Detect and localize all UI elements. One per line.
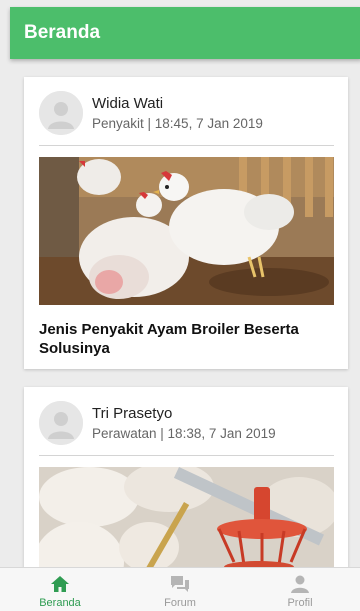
nav-label: Profil (287, 597, 313, 609)
post-image[interactable] (39, 157, 334, 305)
user-avatar-icon (39, 91, 83, 135)
post-image[interactable] (39, 467, 334, 567)
nav-label: Forum (164, 597, 196, 609)
post-meta: Penyakit | 18:45, 7 Jan 2019 (92, 116, 263, 131)
divider (39, 145, 334, 146)
avatar[interactable] (39, 91, 83, 135)
nav-item-forum[interactable]: Forum (120, 568, 240, 611)
post-header: Widia Wati Penyakit | 18:45, 7 Jan 2019 (24, 77, 348, 149)
app-bar: Beranda (10, 7, 360, 59)
post-header: Tri Prasetyo Perawatan | 18:38, 7 Jan 20… (24, 387, 348, 459)
nav-item-profil[interactable]: Profil (240, 568, 360, 611)
avatar[interactable] (39, 401, 83, 445)
page-title: Beranda (24, 22, 101, 43)
home-icon (51, 576, 69, 592)
chat-icon (171, 576, 189, 592)
post-feed[interactable]: Widia Wati Penyakit | 18:45, 7 Jan 2019 (0, 59, 360, 567)
post-meta: Perawatan | 18:38, 7 Jan 2019 (92, 426, 276, 441)
post-card[interactable]: Widia Wati Penyakit | 18:45, 7 Jan 2019 (24, 77, 348, 369)
chicken-feeder-photo-icon (39, 467, 334, 567)
bottom-navigation: Beranda Forum Profil (0, 567, 360, 611)
post-author[interactable]: Tri Prasetyo (92, 405, 172, 422)
user-icon (291, 575, 309, 593)
nav-item-beranda[interactable]: Beranda (0, 568, 120, 611)
post-title[interactable]: Jenis Penyakit Ayam Broiler Beserta Solu… (39, 320, 334, 358)
chickens-photo-icon (39, 157, 334, 305)
post-card[interactable]: Tri Prasetyo Perawatan | 18:38, 7 Jan 20… (24, 387, 348, 567)
divider (39, 455, 334, 456)
user-avatar-icon (39, 401, 83, 445)
app-screen: Beranda Widia Wati Penyakit | 18:45, 7 J… (0, 0, 360, 611)
post-author[interactable]: Widia Wati (92, 95, 163, 112)
nav-label: Beranda (39, 597, 81, 609)
